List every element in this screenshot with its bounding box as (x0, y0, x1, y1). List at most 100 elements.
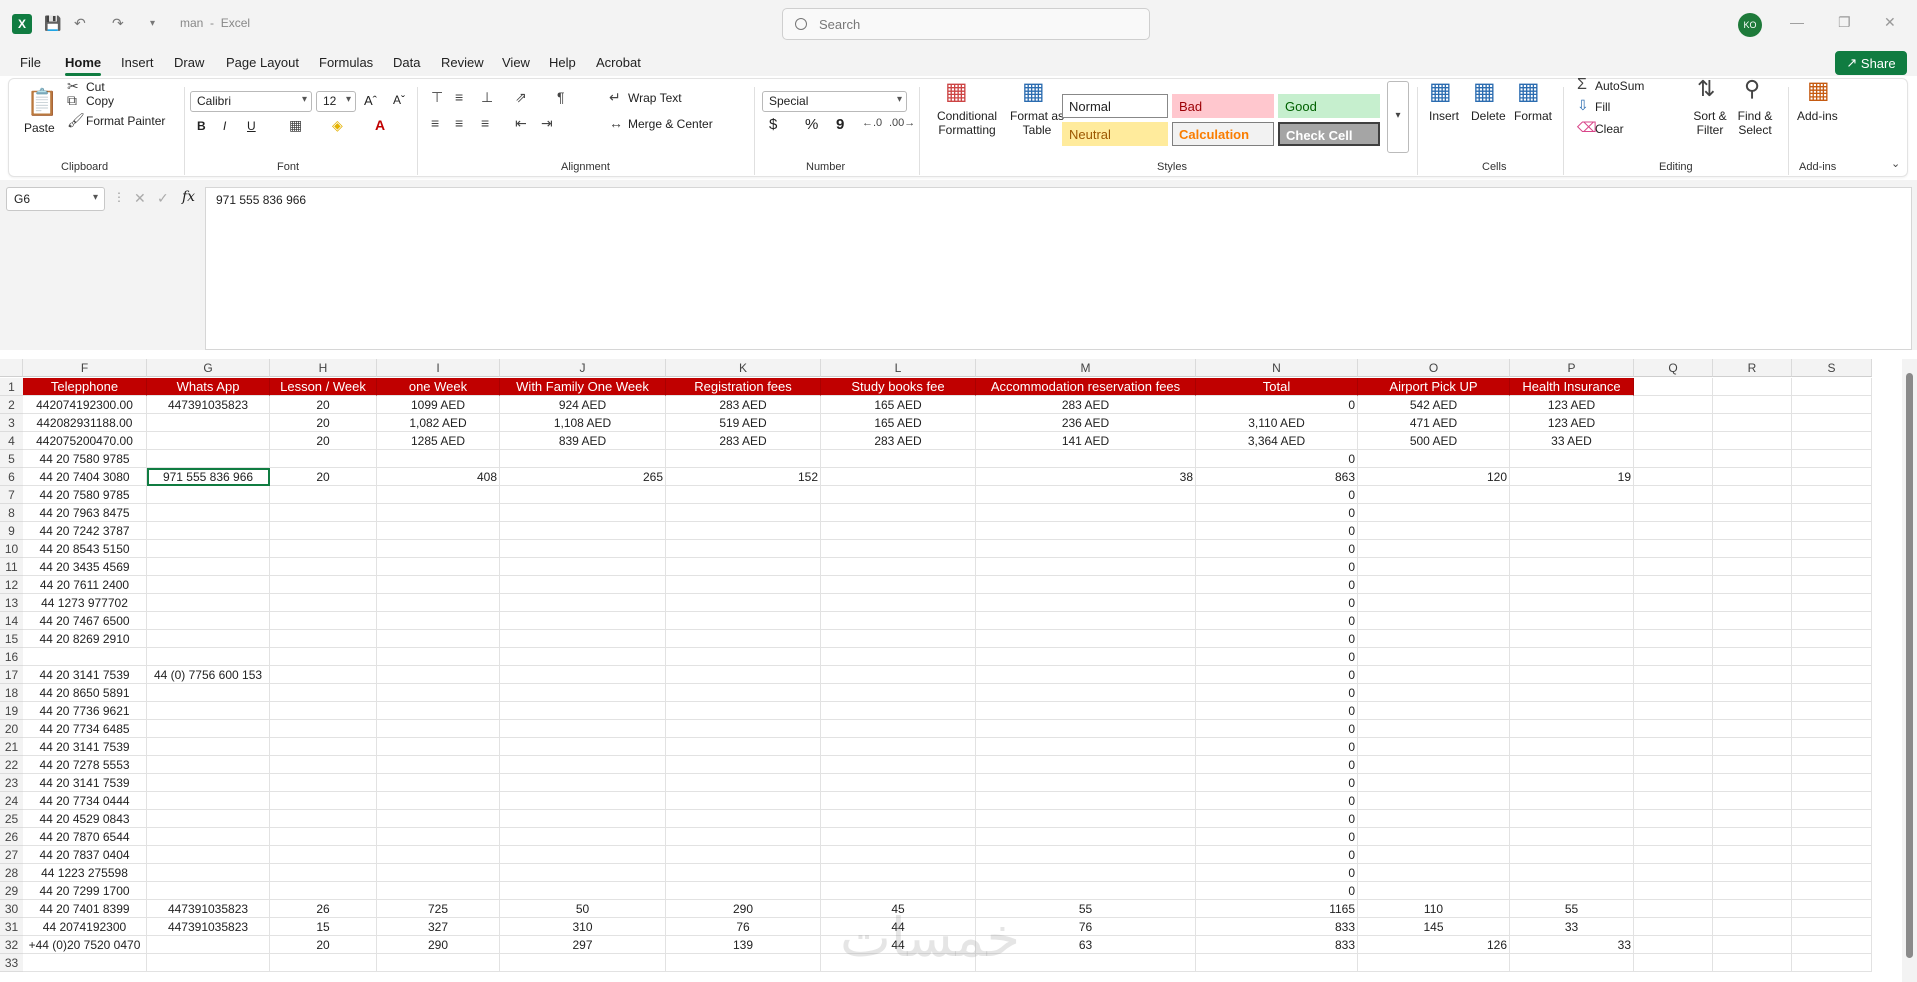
cell[interactable] (1510, 648, 1634, 666)
cell[interactable] (377, 648, 500, 666)
cell[interactable] (1792, 918, 1872, 936)
cell[interactable]: 833 (1196, 918, 1358, 936)
cell[interactable] (1358, 612, 1510, 630)
cell[interactable] (270, 666, 377, 684)
cell[interactable] (666, 702, 821, 720)
cell[interactable] (1510, 684, 1634, 702)
cell[interactable]: 123 AED (1510, 414, 1634, 432)
clear-button[interactable]: Clear (1595, 122, 1624, 136)
cell[interactable]: 44 20 7580 9785 (23, 450, 147, 468)
cell[interactable] (1510, 666, 1634, 684)
cell[interactable] (1634, 918, 1713, 936)
cell[interactable] (1713, 846, 1792, 864)
cell[interactable] (1634, 486, 1713, 504)
cell[interactable]: 0 (1196, 540, 1358, 558)
cell[interactable] (377, 666, 500, 684)
cell[interactable]: 0 (1196, 720, 1358, 738)
cell[interactable] (1634, 738, 1713, 756)
text-direction-icon[interactable]: ¶ (557, 89, 565, 105)
cell[interactable]: 0 (1196, 576, 1358, 594)
cell[interactable]: 44 20 8543 5150 (23, 540, 147, 558)
cell[interactable]: 20 (270, 396, 377, 414)
row-header[interactable]: 12 (0, 576, 23, 594)
cell[interactable] (821, 504, 976, 522)
cell[interactable] (147, 720, 270, 738)
cell[interactable] (500, 792, 666, 810)
more-options-icon[interactable]: ⋮ (113, 190, 125, 204)
row-header[interactable]: 30 (0, 900, 23, 918)
cell[interactable] (147, 558, 270, 576)
cell[interactable]: 408 (377, 468, 500, 486)
increase-decimal-icon[interactable]: ←.0 (862, 117, 882, 129)
cell[interactable] (1358, 738, 1510, 756)
cell[interactable] (1510, 504, 1634, 522)
cell[interactable] (23, 954, 147, 972)
cell[interactable]: 0 (1196, 612, 1358, 630)
cell[interactable]: 38 (976, 468, 1196, 486)
cell[interactable] (377, 720, 500, 738)
cell[interactable] (500, 846, 666, 864)
cell[interactable] (1634, 540, 1713, 558)
cell[interactable] (1713, 450, 1792, 468)
undo-icon[interactable]: ↶ (74, 13, 86, 33)
cell[interactable]: 327 (377, 918, 500, 936)
cell[interactable] (1510, 774, 1634, 792)
cell[interactable] (976, 828, 1196, 846)
cell[interactable] (976, 810, 1196, 828)
cell[interactable] (821, 522, 976, 540)
cell[interactable] (1792, 468, 1872, 486)
cell[interactable] (976, 504, 1196, 522)
row-header[interactable]: 33 (0, 954, 23, 972)
cell[interactable] (821, 846, 976, 864)
cell[interactable] (1792, 738, 1872, 756)
cell[interactable]: 0 (1196, 882, 1358, 900)
grow-font-icon[interactable]: Aˆ (364, 93, 377, 108)
comma-button[interactable]: 9 (836, 116, 844, 133)
header-cell[interactable]: Study books fee (821, 378, 976, 396)
cell[interactable] (821, 558, 976, 576)
cell[interactable] (377, 486, 500, 504)
column-header-g[interactable]: G (147, 359, 270, 377)
cell[interactable]: 44 1273 977702 (23, 594, 147, 612)
cell[interactable] (1713, 702, 1792, 720)
cell[interactable] (1634, 756, 1713, 774)
format-cells-button[interactable]: Format (1514, 109, 1552, 123)
tab-data[interactable]: Data (393, 55, 420, 70)
cell[interactable]: 44 20 7963 8475 (23, 504, 147, 522)
row-header[interactable]: 17 (0, 666, 23, 684)
cell[interactable]: 141 AED (976, 432, 1196, 450)
row-header[interactable]: 27 (0, 846, 23, 864)
cell[interactable] (1358, 666, 1510, 684)
cell[interactable] (821, 828, 976, 846)
font-size-select[interactable]: 12 (316, 91, 356, 112)
cell[interactable] (821, 792, 976, 810)
cell[interactable] (1792, 810, 1872, 828)
cell[interactable] (666, 504, 821, 522)
cell[interactable] (1510, 630, 1634, 648)
row-header[interactable]: 9 (0, 522, 23, 540)
row-header[interactable]: 1 (0, 378, 23, 396)
cell[interactable] (1510, 864, 1634, 882)
cell[interactable] (1634, 774, 1713, 792)
cell[interactable]: 0 (1196, 396, 1358, 414)
redo-icon[interactable]: ↷ (112, 13, 124, 33)
cell[interactable]: 0 (1196, 558, 1358, 576)
underline-button[interactable]: U (247, 119, 256, 133)
cell[interactable] (821, 486, 976, 504)
column-header-j[interactable]: J (500, 359, 666, 377)
cell[interactable] (377, 576, 500, 594)
cell[interactable] (270, 612, 377, 630)
cell[interactable]: 33 (1510, 918, 1634, 936)
cell[interactable] (147, 540, 270, 558)
cell[interactable] (270, 738, 377, 756)
cell[interactable] (1713, 666, 1792, 684)
header-cell[interactable]: Lesson / Week (270, 378, 377, 396)
cell[interactable] (821, 648, 976, 666)
row-header[interactable]: 20 (0, 720, 23, 738)
cell[interactable]: 26 (270, 900, 377, 918)
cell[interactable] (1792, 486, 1872, 504)
cell[interactable]: 15 (270, 918, 377, 936)
fill-button[interactable]: Fill (1595, 100, 1610, 114)
cell[interactable] (1510, 612, 1634, 630)
row-header[interactable]: 22 (0, 756, 23, 774)
